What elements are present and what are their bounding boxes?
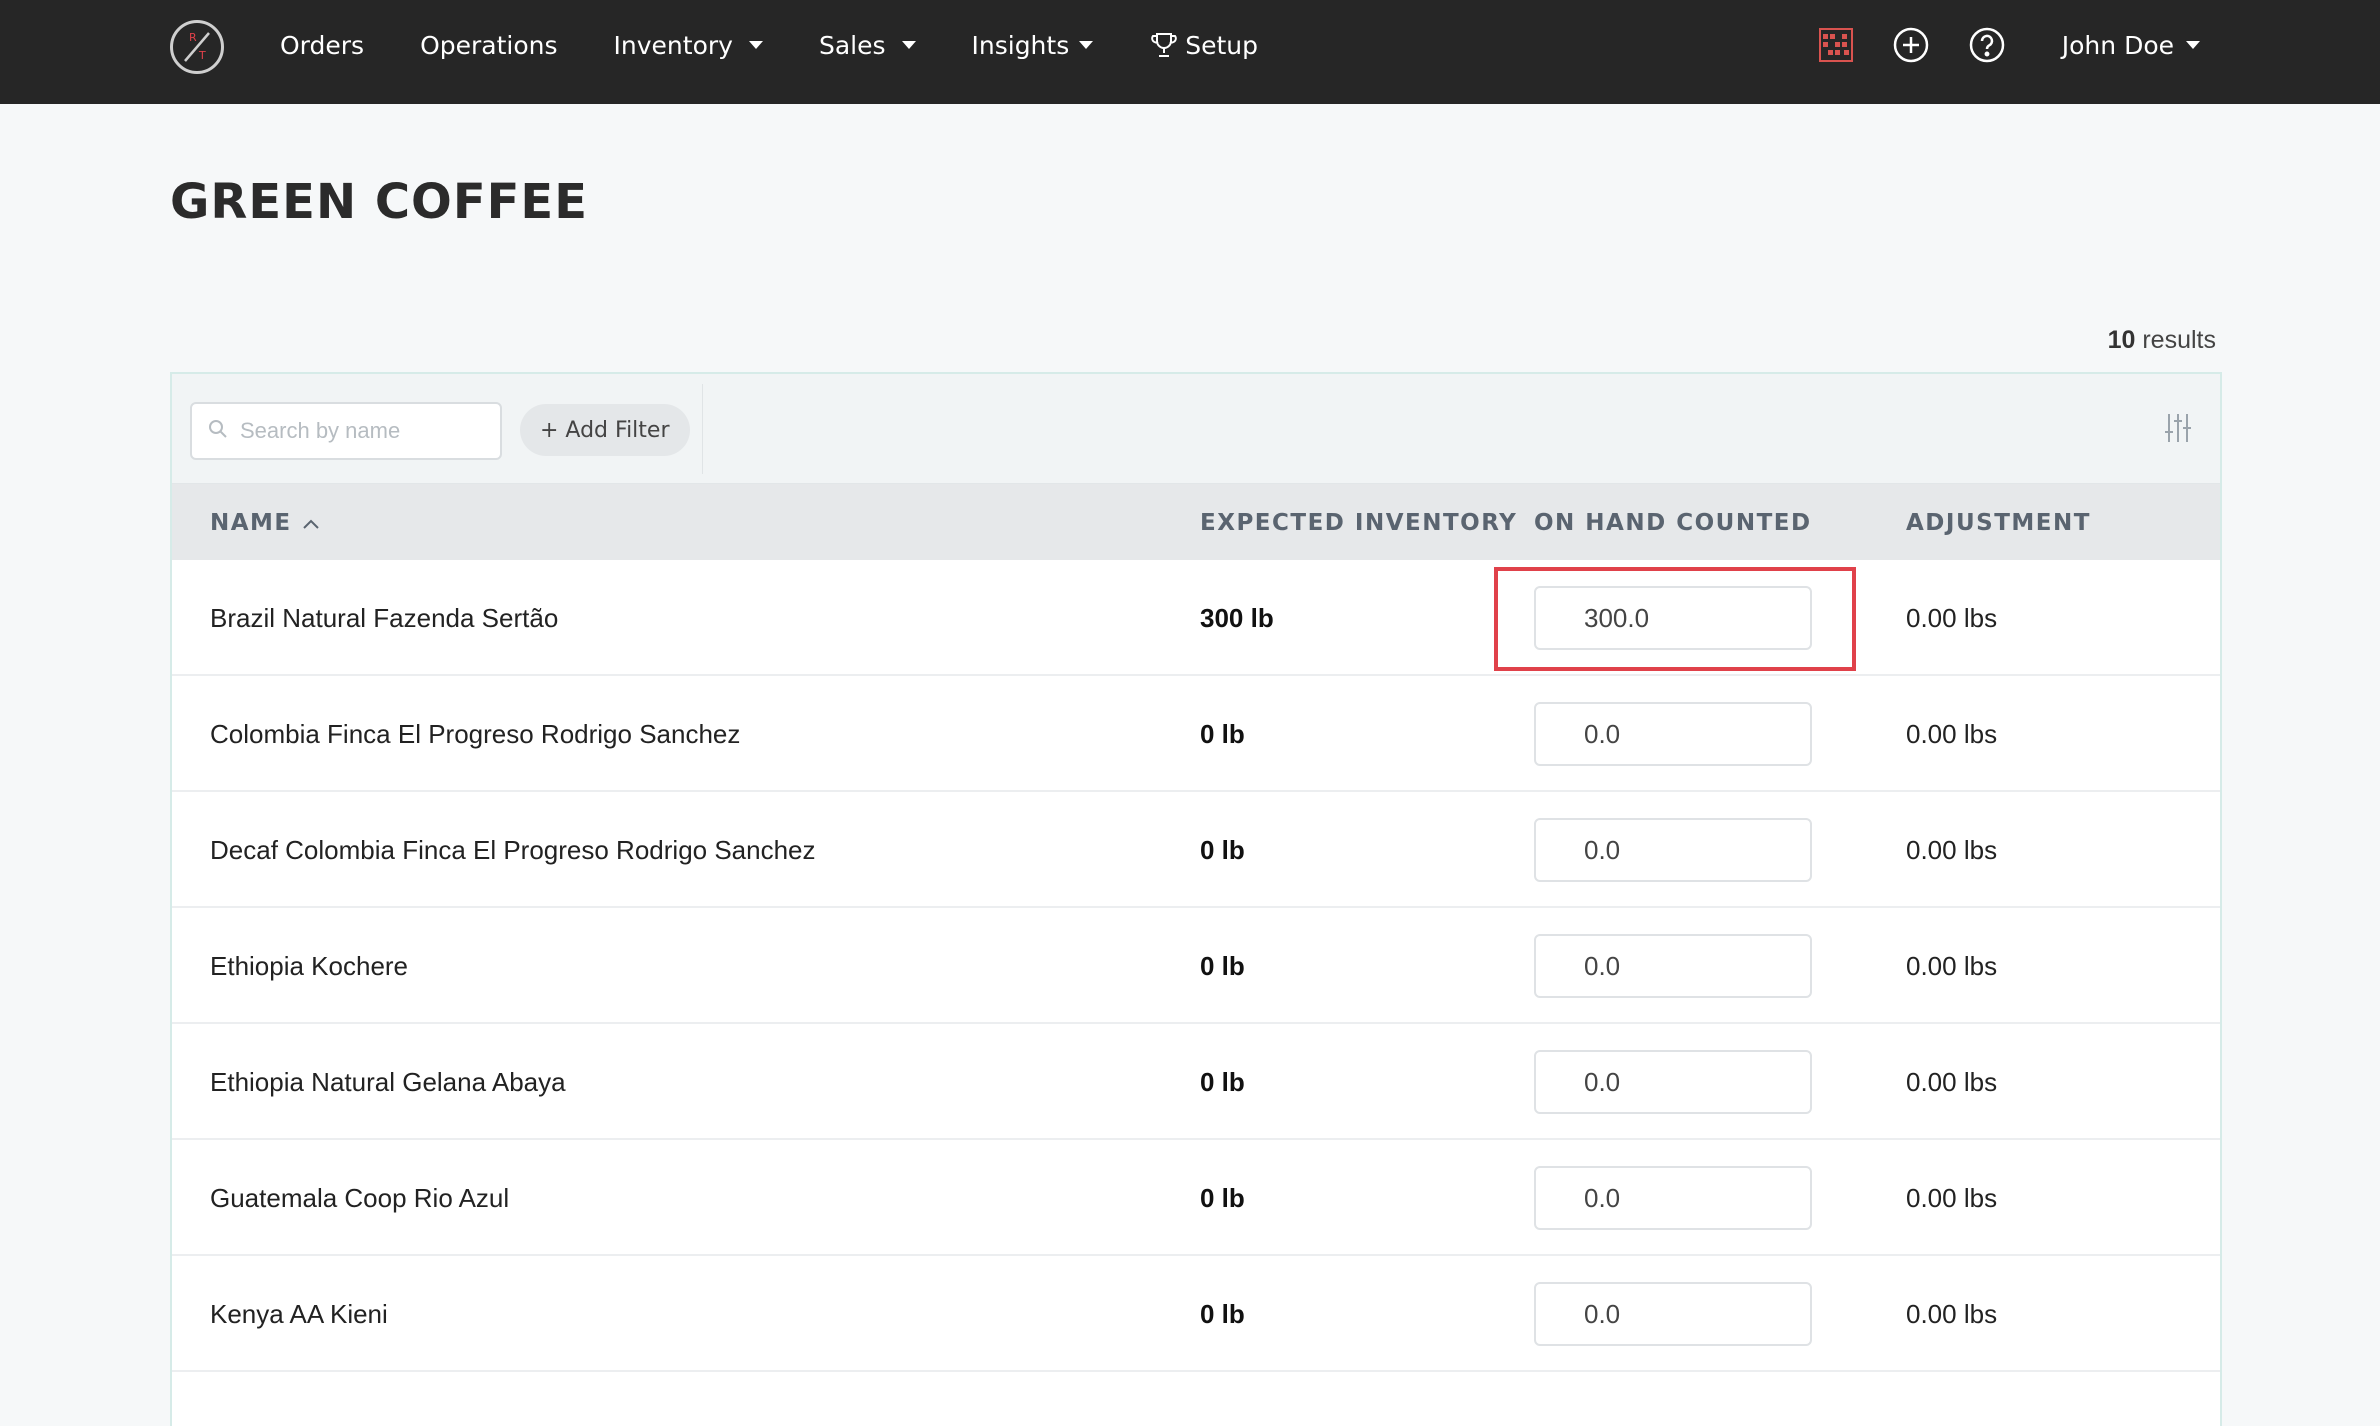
help-circle-icon[interactable] <box>1968 26 2006 64</box>
nav-operations[interactable]: Operations <box>420 31 557 60</box>
abacus-icon[interactable] <box>1818 27 1854 63</box>
search-box[interactable] <box>190 402 502 460</box>
table-header: NAME EXPECTED INVENTORY ON HAND COUNTED … <box>172 484 2220 560</box>
table-toolbar: + Add Filter <box>172 374 2220 484</box>
row-adjustment: 0.00 lbs <box>1906 1182 1998 1213</box>
on-hand-input[interactable] <box>1534 586 1812 650</box>
on-hand-input[interactable] <box>1534 934 1812 998</box>
table-row: Brazil Natural Fazenda Sertão 300 lb 0.0… <box>172 560 2220 676</box>
trophy-icon <box>1149 30 1179 60</box>
row-onhand-cell <box>1534 908 1812 1024</box>
sort-ascending-icon <box>302 510 320 536</box>
row-onhand-cell <box>1534 1140 1812 1256</box>
caret-down-icon <box>748 41 763 49</box>
inventory-panel: + Add Filter NAME EXPECTED INVENTORY ON … <box>170 372 2222 1426</box>
logo-icon[interactable]: R T <box>170 20 224 74</box>
nav-insights-label: Insights <box>971 30 1070 60</box>
table-row: Ethiopia Natural Gelana Abaya 0 lb 0.0 0 … <box>172 1024 2220 1140</box>
nav-inventory[interactable]: Inventory <box>614 31 763 60</box>
add-filter-button[interactable]: + Add Filter <box>520 404 690 456</box>
column-settings-icon[interactable] <box>2164 412 2192 449</box>
page-title: GREEN COFFEE <box>170 174 589 230</box>
column-header-name-label: NAME <box>210 510 292 536</box>
on-hand-input[interactable] <box>1534 1282 1812 1346</box>
row-name: Decaf Colombia Finca El Progreso Rodrigo… <box>210 834 816 865</box>
row-expected: 0 lb <box>1200 1298 1245 1329</box>
plus-circle-icon[interactable] <box>1892 26 1930 64</box>
nav-inventory-label: Inventory <box>613 30 733 60</box>
row-expected: 300 lb <box>1200 602 1274 633</box>
top-navbar: R T Orders Operations Inventory Sales In… <box>0 0 2380 104</box>
row-onhand-cell <box>1534 792 1812 908</box>
nav-orders[interactable]: Orders <box>280 31 364 60</box>
nav-insights[interactable]: Insights <box>972 31 1094 60</box>
svg-text:T: T <box>198 49 206 62</box>
on-hand-input[interactable] <box>1534 818 1812 882</box>
row-name: Brazil Natural Fazenda Sertão <box>210 602 559 633</box>
caret-down-icon <box>2186 41 2200 49</box>
row-onhand-cell <box>1534 1256 1812 1372</box>
on-hand-input[interactable] <box>1534 1166 1812 1230</box>
row-name: Guatemala Coop Rio Azul <box>210 1182 510 1213</box>
row-adjustment: 0.00 lbs <box>1906 602 1998 633</box>
row-adjustment: 0.00 lbs <box>1906 834 1998 865</box>
nav-setup[interactable]: Setup <box>1149 30 1258 60</box>
table-row: Kenya AA Kieni 0 lb 0.00 lbs <box>172 1256 2220 1372</box>
column-header-expected: EXPECTED INVENTORY <box>1200 510 1518 536</box>
row-name: Ethiopia Natural Gelana Abaya <box>210 1066 566 1097</box>
caret-down-icon <box>1079 41 1094 49</box>
row-onhand-cell <box>1534 560 1812 676</box>
nav-setup-label: Setup <box>1185 30 1259 60</box>
row-expected: 0 lb <box>1200 834 1245 865</box>
row-name: Ethiopia Kochere <box>210 950 409 981</box>
toolbar-divider <box>702 384 703 474</box>
on-hand-input[interactable] <box>1534 1050 1812 1114</box>
row-expected: 0 lb <box>1200 718 1245 749</box>
nav-orders-label: Orders <box>280 30 365 60</box>
row-adjustment: 0.00 lbs <box>1906 718 1998 749</box>
row-expected: 0 lb <box>1200 1182 1245 1213</box>
table-row: Decaf Colombia Finca El Progreso Rodrigo… <box>172 792 2220 908</box>
caret-down-icon <box>901 41 916 49</box>
results-count: 10 results <box>2108 326 2216 355</box>
results-label: results <box>2142 326 2216 354</box>
search-icon <box>208 419 228 444</box>
column-header-adjustment: ADJUSTMENT <box>1906 510 2091 536</box>
row-expected: 0 lb <box>1200 950 1245 981</box>
table-body: Brazil Natural Fazenda Sertão 300 lb 0.0… <box>172 560 2220 1372</box>
on-hand-input[interactable] <box>1534 702 1812 766</box>
row-name: Colombia Finca El Progreso Rodrigo Sanch… <box>210 718 741 749</box>
search-input[interactable] <box>240 418 480 444</box>
column-header-onhand: ON HAND COUNTED <box>1534 510 1812 536</box>
row-name: Kenya AA Kieni <box>210 1298 388 1329</box>
column-header-name[interactable]: NAME <box>210 510 320 536</box>
user-menu[interactable]: John Doe <box>2062 31 2200 60</box>
table-row: Guatemala Coop Rio Azul 0 lb 0.00 lbs <box>172 1140 2220 1256</box>
nav-operations-label: Operations <box>420 30 558 60</box>
svg-text:R: R <box>189 31 197 44</box>
nav-sales-label: Sales <box>818 30 886 60</box>
table-row: Colombia Finca El Progreso Rodrigo Sanch… <box>172 676 2220 792</box>
row-onhand-cell <box>1534 676 1812 792</box>
row-adjustment: 0.00 lbs <box>1906 1066 1998 1097</box>
table-row: Ethiopia Kochere 0 lb 0.00 lbs <box>172 908 2220 1024</box>
results-number: 10 <box>2107 326 2136 354</box>
row-adjustment: 0.00 lbs <box>1906 1298 1998 1329</box>
row-expected: 0 lb <box>1200 1066 1245 1097</box>
nav-sales[interactable]: Sales <box>819 31 916 60</box>
user-name: John Doe <box>2061 30 2174 60</box>
row-onhand-cell <box>1534 1024 1812 1140</box>
row-adjustment: 0.00 lbs <box>1906 950 1998 981</box>
